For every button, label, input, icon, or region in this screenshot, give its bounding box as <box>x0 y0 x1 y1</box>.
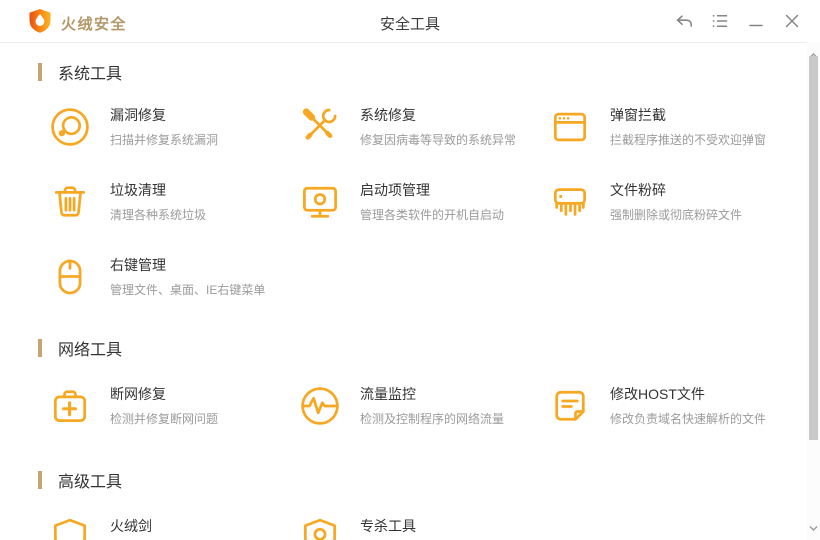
tool-row: 火绒剑 专杀工具 <box>48 516 548 540</box>
section-bar <box>38 339 42 357</box>
back-button[interactable] <box>672 9 696 33</box>
network-repair-icon <box>48 384 92 428</box>
tool-item-context-menu-manager[interactable]: 右键管理 管理文件、桌面、IE右键菜单 <box>48 255 298 299</box>
tool-item-file-shredder[interactable]: 文件粉碎 强制删除或彻底粉碎文件 <box>548 180 798 224</box>
section-header-network-tools: 网络工具 <box>38 336 122 360</box>
tool-row: 垃圾清理 清理各种系统垃圾 启动项管理 管理各类软件的开机自启动 文件粉碎 强制… <box>48 180 798 224</box>
section-title: 系统工具 <box>58 66 123 83</box>
tool-title: 系统修复 <box>360 107 416 123</box>
minimize-button[interactable] <box>744 9 768 33</box>
tool-desc: 强制删除或彻底粉碎文件 <box>610 208 743 222</box>
tool-item-popup-block[interactable]: 弹窗拦截 拦截程序推送的不受欢迎弹窗 <box>548 105 798 149</box>
section-header-system-tools: 系统工具 <box>38 60 122 84</box>
tool-desc: 检测及控制程序的网络流量 <box>360 412 505 426</box>
section-header-advanced-tools: 高级工具 <box>38 468 122 492</box>
window-controls <box>672 9 804 33</box>
tool-item-system-repair[interactable]: 系统修复 修复因病毒等导致的系统异常 <box>298 105 548 149</box>
tool-title: 垃圾清理 <box>110 182 166 198</box>
section-title: 网络工具 <box>58 342 123 359</box>
scrollbar-thumb[interactable] <box>809 56 818 440</box>
tool-row: 漏洞修复 扫描并修复系统漏洞 系统修复 修复因病毒等导致的系统异常 弹窗拦截 拦… <box>48 105 798 149</box>
file-shredder-icon <box>548 180 592 224</box>
close-button[interactable] <box>780 9 804 33</box>
host-file-icon <box>548 384 592 428</box>
tool-row: 断网修复 检测并修复断网问题 流量监控 检测及控制程序的网络流量 修改HOST文… <box>48 384 798 428</box>
section-title: 高级工具 <box>58 474 123 491</box>
titlebar: 火绒安全 安全工具 <box>0 0 820 43</box>
menu-button[interactable] <box>708 9 732 33</box>
tool-desc: 检测并修复断网问题 <box>110 412 219 426</box>
tool-item-huorong-sword[interactable]: 火绒剑 <box>48 516 298 540</box>
tool-item-host-file[interactable]: 修改HOST文件 修改负责域名快速解析的文件 <box>548 384 798 428</box>
close-icon <box>785 14 799 28</box>
minimize-icon <box>749 24 763 27</box>
virus-killer-icon <box>298 516 342 540</box>
scrollbar-down-icon[interactable] <box>809 519 818 537</box>
tool-title: 弹窗拦截 <box>610 107 666 123</box>
context-menu-manager-icon <box>48 255 92 299</box>
section-bar <box>38 471 42 489</box>
tool-title: 火绒剑 <box>110 518 152 534</box>
tool-title: 漏洞修复 <box>110 107 166 123</box>
tool-item-virus-killer[interactable]: 专杀工具 <box>298 516 548 540</box>
tool-desc: 扫描并修复系统漏洞 <box>110 133 219 147</box>
tool-desc: 管理各类软件的开机自启动 <box>360 208 505 222</box>
popup-block-icon <box>548 105 592 149</box>
section-bar <box>38 63 42 81</box>
undo-arrow-icon <box>676 15 692 27</box>
traffic-monitor-icon <box>298 384 342 428</box>
tool-title: 专杀工具 <box>360 518 416 534</box>
startup-manager-icon <box>298 180 342 224</box>
tool-title: 启动项管理 <box>360 182 430 198</box>
list-menu-icon <box>712 14 728 28</box>
tool-title: 文件粉碎 <box>610 182 666 198</box>
system-repair-icon <box>298 105 342 149</box>
tool-item-vulnerability-fix[interactable]: 漏洞修复 扫描并修复系统漏洞 <box>48 105 298 149</box>
tool-item-traffic-monitor[interactable]: 流量监控 检测及控制程序的网络流量 <box>298 384 548 428</box>
tool-title: 修改HOST文件 <box>610 386 705 402</box>
scrollbar[interactable] <box>807 42 820 540</box>
tool-title: 右键管理 <box>110 257 166 273</box>
tool-item-junk-clean[interactable]: 垃圾清理 清理各种系统垃圾 <box>48 180 298 224</box>
tool-desc: 管理文件、桌面、IE右键菜单 <box>110 283 266 297</box>
tool-desc: 拦截程序推送的不受欢迎弹窗 <box>610 133 767 147</box>
app-window: 火绒安全 安全工具 系统工具 漏洞修复 扫描并修复系统漏洞 系统修复 修复因病毒… <box>0 0 820 540</box>
tool-row: 右键管理 管理文件、桌面、IE右键菜单 <box>48 255 298 299</box>
tool-title: 流量监控 <box>360 386 416 402</box>
huorong-sword-icon <box>48 516 92 540</box>
tool-desc: 清理各种系统垃圾 <box>110 208 207 222</box>
vulnerability-fix-icon <box>48 105 92 149</box>
tool-item-startup-manager[interactable]: 启动项管理 管理各类软件的开机自启动 <box>298 180 548 224</box>
tool-title: 断网修复 <box>110 386 166 402</box>
tool-desc: 修复因病毒等导致的系统异常 <box>360 133 517 147</box>
tool-desc: 修改负责域名快速解析的文件 <box>610 412 767 426</box>
tool-item-network-repair[interactable]: 断网修复 检测并修复断网问题 <box>48 384 298 428</box>
junk-clean-icon <box>48 180 92 224</box>
